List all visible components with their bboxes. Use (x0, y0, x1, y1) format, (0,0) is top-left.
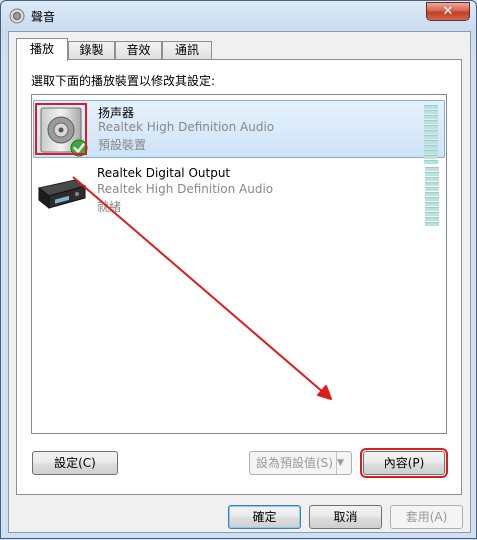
tab-playback[interactable]: 播放 (16, 38, 68, 61)
sound-dialog: 聲音 ✕ 播放 錄製 音效 通訊 選取下面的播放裝置以修改其設定: 扬声器 Re… (0, 0, 477, 539)
annotation-arrow (72, 176, 332, 400)
